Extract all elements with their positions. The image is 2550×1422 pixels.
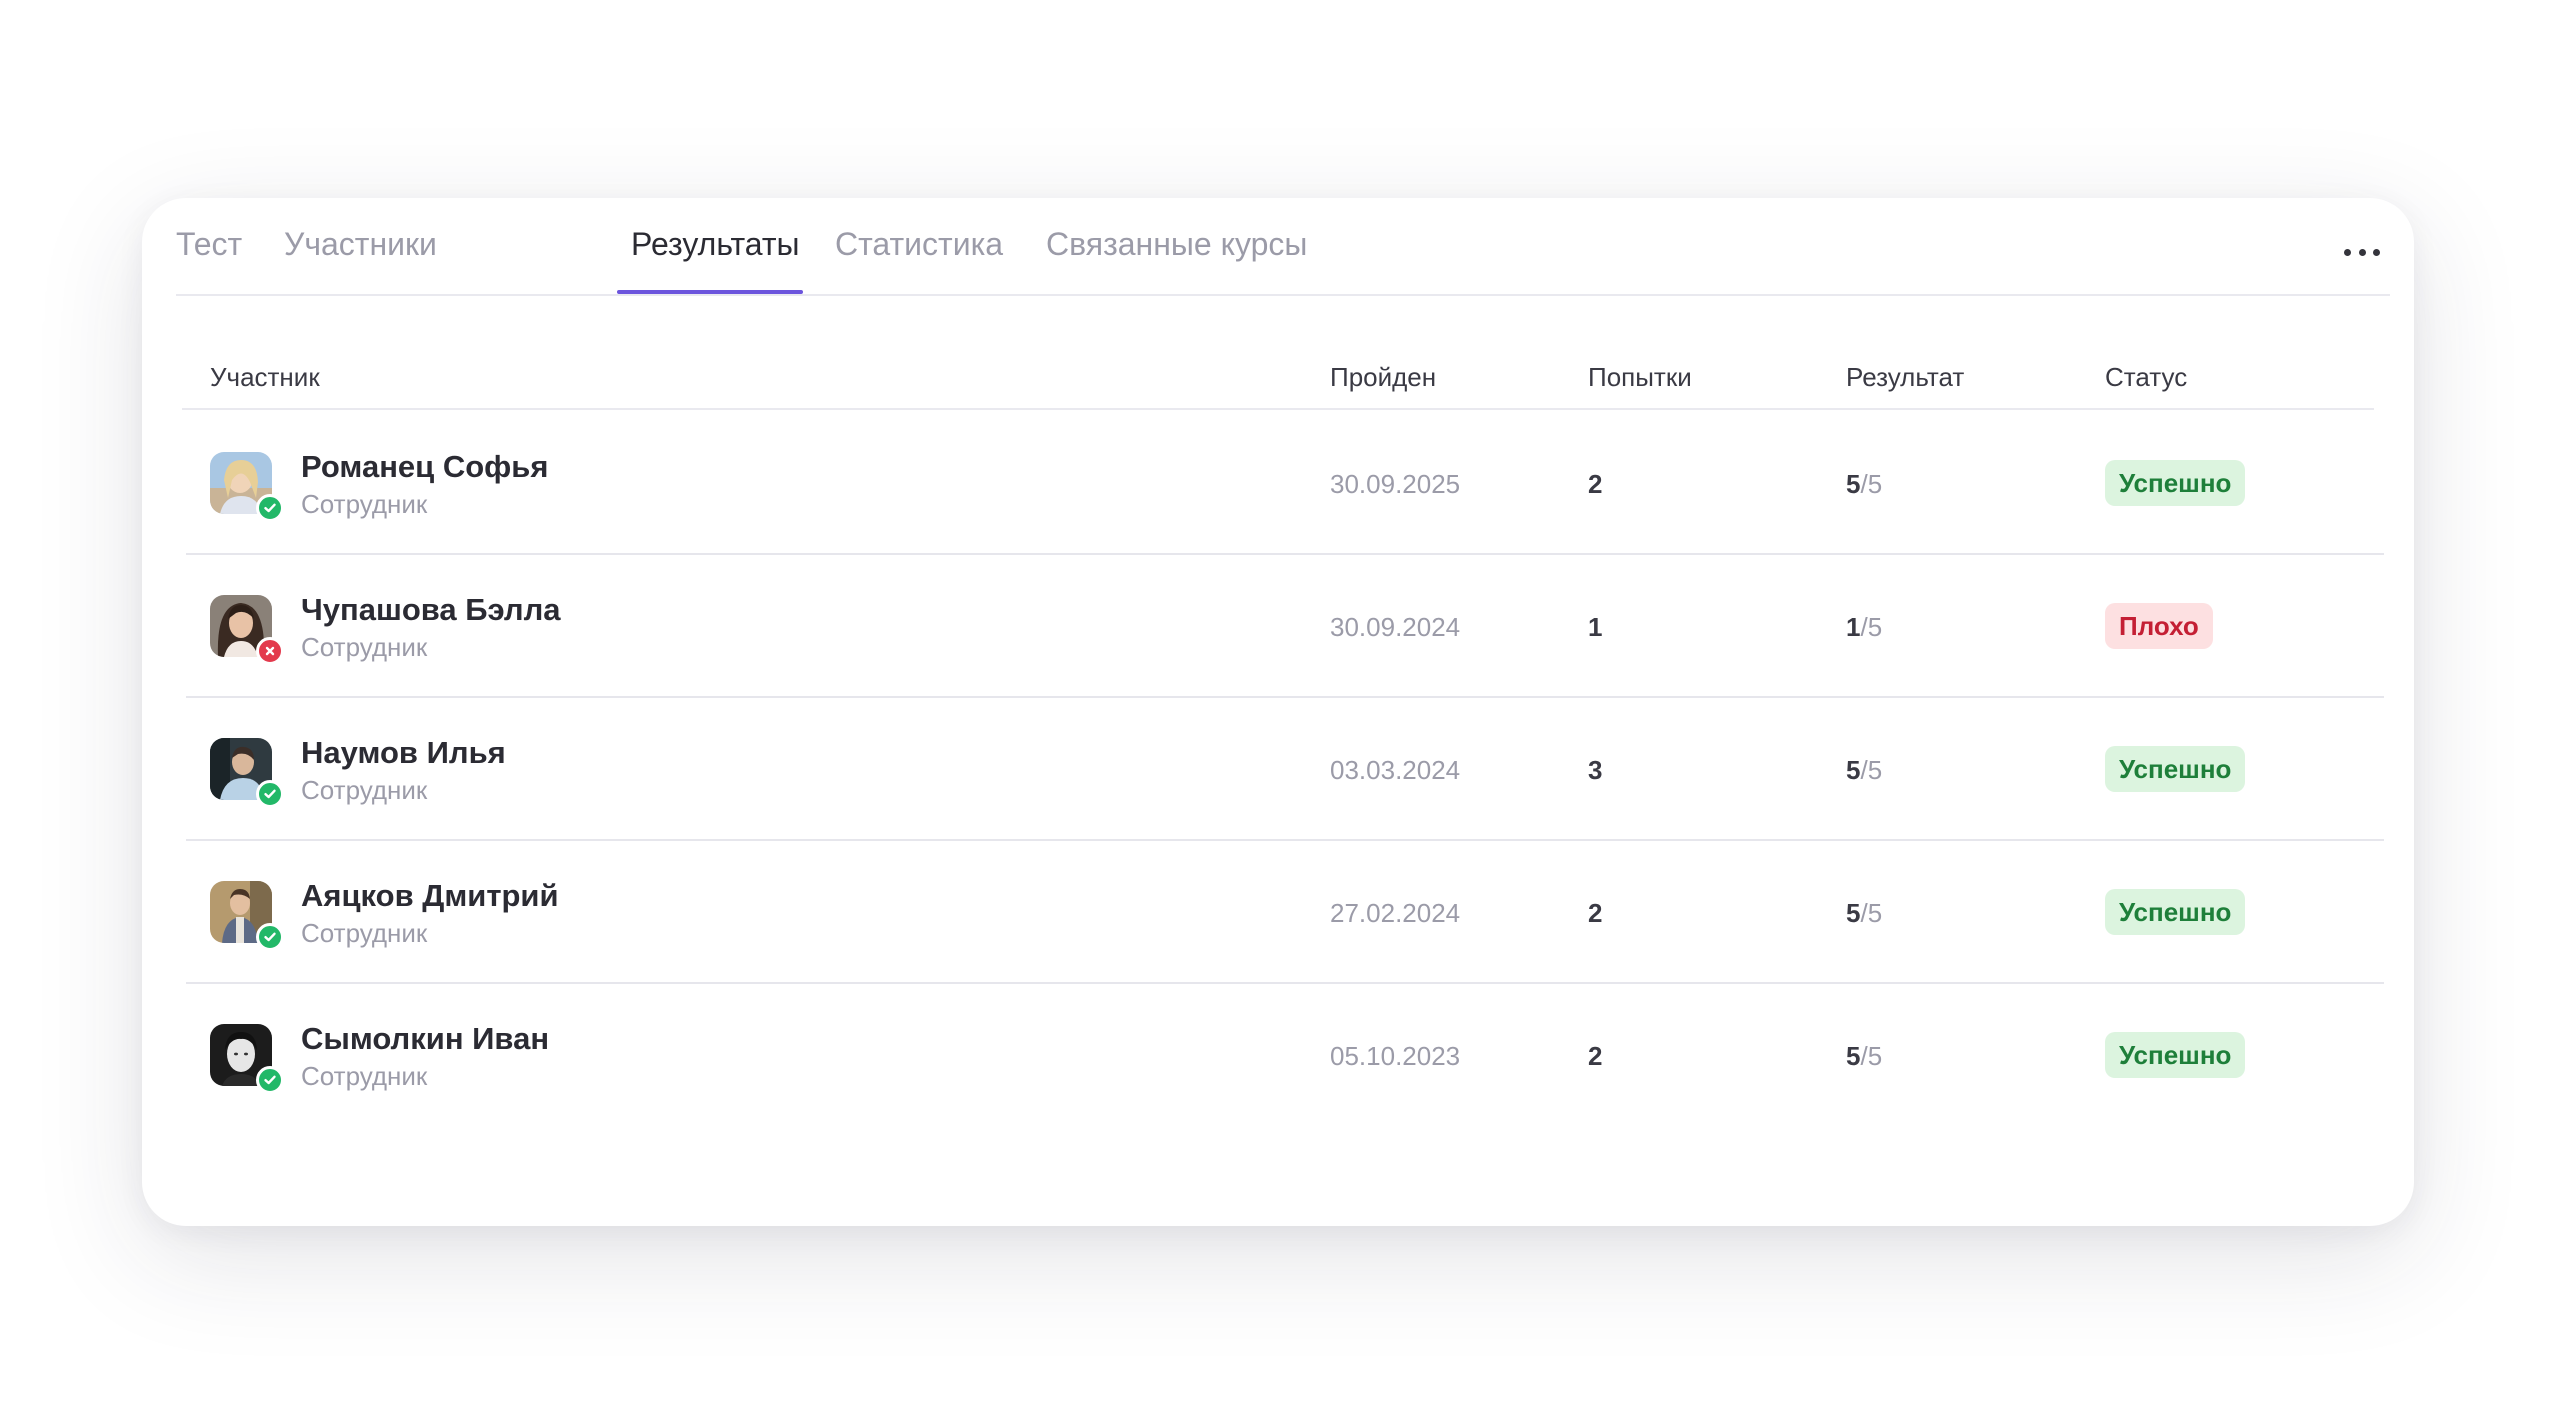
- attempts-count: 2: [1588, 469, 1603, 499]
- tab-linked-courses[interactable]: Связанные курсы: [1046, 224, 1307, 296]
- column-header-passed[interactable]: Пройден: [1330, 360, 1436, 394]
- table-row[interactable]: Наумов Илья Сотрудник 03.03.2024 3 5/5 У…: [186, 698, 2384, 841]
- active-tab-indicator: [617, 290, 803, 294]
- passed-date: 03.03.2024: [1330, 755, 1461, 785]
- dot: [2358, 248, 2366, 256]
- tab-test[interactable]: Тест: [176, 224, 242, 296]
- participant-role: Сотрудник: [301, 918, 428, 948]
- score-total: /5: [1860, 898, 1883, 928]
- avatar[interactable]: [210, 881, 284, 951]
- score-value: 5: [1846, 755, 1861, 785]
- participant-role: Сотрудник: [301, 775, 428, 805]
- score-total: /5: [1860, 755, 1883, 785]
- attempts-count: 3: [1588, 755, 1603, 785]
- column-header-participant[interactable]: Участник: [210, 360, 320, 394]
- column-header-attempts[interactable]: Попытки: [1588, 360, 1692, 394]
- passed-date: 05.10.2023: [1330, 1041, 1461, 1071]
- passed-date: 30.09.2025: [1330, 469, 1461, 499]
- avatar[interactable]: [210, 595, 284, 665]
- dot: [2344, 248, 2351, 256]
- check-icon: [256, 923, 284, 951]
- participant-name[interactable]: Чупашова Бэлла: [301, 591, 561, 629]
- column-header-result[interactable]: Результат: [1846, 360, 1964, 394]
- dot: [2373, 248, 2380, 256]
- attempts-count: 2: [1588, 1041, 1603, 1071]
- score-total: /5: [1860, 1041, 1883, 1071]
- tab-statistics[interactable]: Статистика: [835, 224, 1003, 296]
- check-icon: [256, 494, 284, 522]
- status-badge: Плохо: [2105, 603, 2213, 649]
- table-row[interactable]: Сымолкин Иван Сотрудник 05.10.2023 2 5/5…: [186, 984, 2384, 1127]
- score-value: 5: [1846, 898, 1861, 928]
- tab-participants[interactable]: Участники: [284, 224, 437, 296]
- table-header: Участник Пройден Попытки Результат Стату…: [182, 360, 2374, 410]
- table-row[interactable]: Аяцков Дмитрий Сотрудник 27.02.2024 2 5/…: [186, 841, 2384, 984]
- participant-name[interactable]: Сымолкин Иван: [301, 1020, 549, 1058]
- participant-name[interactable]: Наумов Илья: [301, 734, 506, 772]
- table-row[interactable]: Чупашова Бэлла Сотрудник 30.09.2024 1 1/…: [186, 555, 2384, 698]
- participant-role: Сотрудник: [301, 632, 428, 662]
- status-badge: Успешно: [2105, 746, 2246, 792]
- avatar[interactable]: [210, 738, 284, 808]
- result-score: 5/5: [1846, 896, 1882, 930]
- result-score: 5/5: [1846, 467, 1882, 501]
- table-row[interactable]: Романец Софья Сотрудник 30.09.2025 2 5/5…: [186, 412, 2384, 555]
- avatar[interactable]: [210, 1024, 284, 1094]
- cross-icon: [256, 637, 284, 665]
- score-value: 1: [1846, 612, 1861, 642]
- attempts-count: 2: [1588, 898, 1603, 928]
- avatar[interactable]: [210, 452, 284, 522]
- check-icon: [256, 1066, 284, 1094]
- tab-bar: Тест Участники Результаты Статистика Свя…: [176, 198, 2390, 296]
- score-total: /5: [1860, 469, 1883, 499]
- result-score: 5/5: [1846, 753, 1882, 787]
- passed-date: 30.09.2024: [1330, 612, 1461, 642]
- status-badge: Успешно: [2105, 889, 2246, 935]
- participant-name[interactable]: Романец Софья: [301, 448, 548, 486]
- status-badge: Успешно: [2105, 1032, 2246, 1078]
- participant-name[interactable]: Аяцков Дмитрий: [301, 877, 559, 915]
- attempts-count: 1: [1588, 612, 1603, 642]
- passed-date: 27.02.2024: [1330, 898, 1461, 928]
- check-icon: [256, 780, 284, 808]
- result-score: 5/5: [1846, 1039, 1882, 1073]
- score-total: /5: [1860, 612, 1883, 642]
- participant-role: Сотрудник: [301, 489, 428, 519]
- score-value: 5: [1846, 1041, 1861, 1071]
- participant-role: Сотрудник: [301, 1061, 428, 1091]
- status-badge: Успешно: [2105, 460, 2246, 506]
- results-card: Тест Участники Результаты Статистика Свя…: [142, 198, 2414, 1226]
- result-score: 1/5: [1846, 610, 1882, 644]
- column-header-status[interactable]: Статус: [2105, 360, 2187, 394]
- tab-results[interactable]: Результаты: [631, 224, 800, 296]
- score-value: 5: [1846, 469, 1861, 499]
- more-horizontal-icon[interactable]: [2344, 240, 2380, 264]
